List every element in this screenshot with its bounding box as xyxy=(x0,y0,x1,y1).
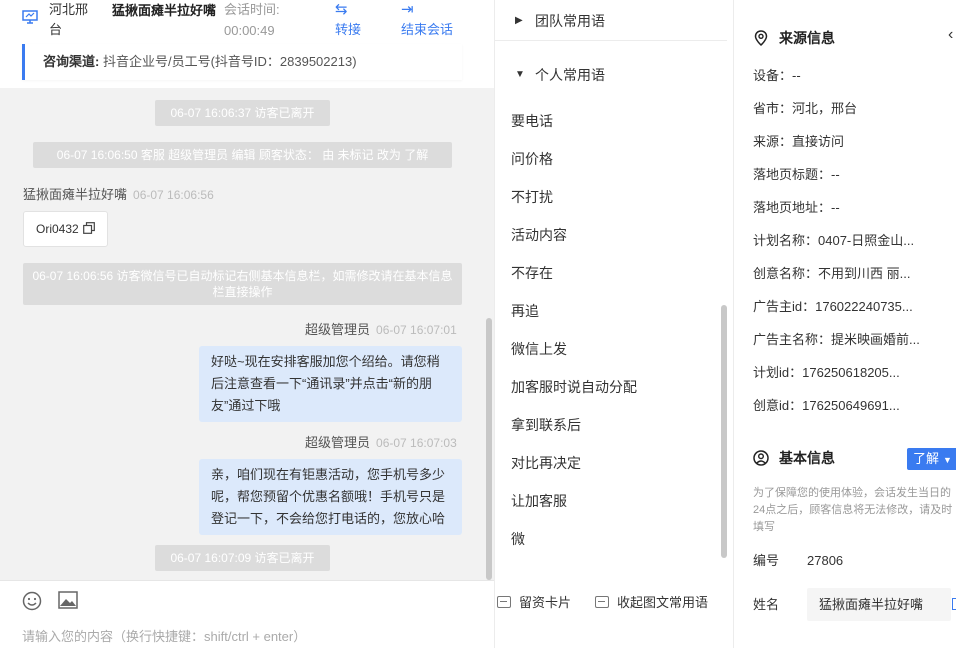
team-phrases-group[interactable]: ▶ 团队常用语 xyxy=(495,1,727,41)
phrase-item[interactable]: 加客服时说自动分配 xyxy=(511,377,637,397)
agent-message-meta: 超级管理员 06-07 16:07:03 xyxy=(305,435,457,451)
phrase-item[interactable]: 活动内容 xyxy=(511,225,567,245)
system-message: 06-07 16:06:50 客服 超级管理员 编辑 顾客状态： 由 未标记 改… xyxy=(33,142,452,168)
info-landing-title: 落地页标题：-- xyxy=(753,167,840,182)
phrase-item[interactable]: 要电话 xyxy=(511,111,553,131)
phrase-item[interactable]: 不存在 xyxy=(511,263,553,283)
phrase-item[interactable]: 拿到联系后 xyxy=(511,415,581,435)
phrases-scrollbar[interactable] xyxy=(721,305,727,558)
team-phrases-label: 团队常用语 xyxy=(535,13,605,29)
system-message: 06-07 16:07:09 访客已离开 xyxy=(155,545,330,571)
info-creative-name: 创意名称：不用到川西 丽... xyxy=(753,266,911,281)
collapse-phrases-button[interactable]: 收起图文常用语 xyxy=(595,593,708,613)
personal-phrases-label: 个人常用语 xyxy=(535,67,605,83)
user-circle-icon xyxy=(753,450,769,466)
edit-notice: 为了保障您的使用体验，会话发生当日的24点之后，顾客信息将无法修改，请及时填写 xyxy=(753,487,953,533)
transfer-icon: ⇆ xyxy=(335,1,348,18)
customer-status-value: 了解 xyxy=(913,451,940,466)
message-text: Ori0432 xyxy=(36,222,79,236)
message-time: 06-07 16:07:03 xyxy=(376,436,457,450)
chat-header: 河北邢台 猛揪面瘫半拉好嘴 会话时间: 00:00:49 ⇆ 转接 ⇥ 结束会话 xyxy=(0,0,494,44)
phrase-item[interactable]: 再追 xyxy=(511,301,539,321)
caret-down-icon: ▼ xyxy=(943,455,952,465)
visitor-info-panel: 来源信息 ‹ 设备：-- 省市：河北，邢台 来源：直接访问 落地页标题：-- 落… xyxy=(735,0,956,648)
monitor-icon xyxy=(22,10,38,24)
visitor-message-bubble[interactable]: Ori0432 xyxy=(23,211,109,247)
info-province: 省市：河北，邢台 xyxy=(753,101,858,116)
system-message: 06-07 16:06:56 访客微信号已自动标记右侧基本信息栏，如需修改请在基… xyxy=(23,263,462,305)
source-info-header: 来源信息 xyxy=(753,28,835,48)
lead-card-button[interactable]: 留资卡片 xyxy=(497,593,571,613)
collapse-phrases-label: 收起图文常用语 xyxy=(617,595,709,610)
visitor-name: 猛揪面瘫半拉好嘴 xyxy=(112,3,217,18)
sender-name: 超级管理员 xyxy=(305,322,371,337)
system-message: 06-07 16:06:37 访客已离开 xyxy=(155,100,330,126)
caret-down-icon: ▼ xyxy=(515,69,525,80)
end-session-button[interactable]: ⇥ 结束会话 xyxy=(401,0,461,40)
personal-phrases-group[interactable]: ▼ 个人常用语 xyxy=(495,55,727,95)
agent-message-bubble[interactable]: 亲，咱们现在有钜惠活动，您手机号多少呢，帮您预留个优惠名额哦！手机号只是登记一下… xyxy=(199,459,462,535)
chat-scrollbar[interactable] xyxy=(486,318,492,580)
agent-message-meta: 超级管理员 06-07 16:07:01 xyxy=(305,322,457,338)
basic-info-title: 基本信息 xyxy=(779,450,835,466)
channel-label: 咨询渠道: xyxy=(43,54,100,69)
chat-panel: 河北邢台 猛揪面瘫半拉好嘴 会话时间: 00:00:49 ⇆ 转接 ⇥ 结束会话… xyxy=(0,0,494,648)
session-time-label: 会话时间: xyxy=(224,2,280,17)
transfer-button[interactable]: ⇆ 转接 xyxy=(335,0,395,40)
info-plan-name: 计划名称：0407-日照金山... xyxy=(753,233,915,248)
info-device: 设备：-- xyxy=(753,68,801,83)
info-plan-id: 计划id：176250618205... xyxy=(753,365,900,380)
visitor-region: 河北邢台 xyxy=(49,2,89,37)
info-creative-id: 创意id：176250649691... xyxy=(753,398,900,413)
chevron-left-icon[interactable]: ‹ xyxy=(948,26,953,44)
sender-name: 猛揪面瘫半拉好嘴 xyxy=(23,187,128,202)
channel-value: 抖音企业号/员工号(抖音号ID：2839502213) xyxy=(102,54,357,69)
image-icon[interactable] xyxy=(58,591,78,609)
message-list[interactable]: 06-07 16:06:37 访客已离开 06-07 16:06:50 客服 超… xyxy=(0,88,494,580)
chat-input-area xyxy=(0,580,494,648)
session-time-value: 00:00:49 xyxy=(224,23,275,38)
basic-info-header: 基本信息 xyxy=(753,448,835,468)
phrase-item[interactable]: 让加客服 xyxy=(511,491,567,511)
customer-status-dropdown[interactable]: 了解 ▼ xyxy=(907,448,956,470)
lead-card-label: 留资卡片 xyxy=(519,595,572,610)
copy-icon[interactable] xyxy=(83,222,95,234)
agent-message-bubble[interactable]: 好哒~现在安排客服加您个绍给。请您稍后注意查看一下“通讯录”并点击“新的朋友”通… xyxy=(199,346,462,422)
phrase-item[interactable]: 微 xyxy=(511,529,525,549)
number-value: 27806 xyxy=(807,553,844,568)
card-icon xyxy=(497,596,511,608)
phrase-item[interactable]: 问价格 xyxy=(511,149,553,169)
source-info-title: 来源信息 xyxy=(779,30,835,46)
end-session-label: 结束会话 xyxy=(401,22,454,37)
phrase-item[interactable]: 对比再决定 xyxy=(511,453,581,473)
sender-name: 超级管理员 xyxy=(305,435,371,450)
consult-channel: 咨询渠道: 抖音企业号/员工号(抖音号ID：2839502213) xyxy=(22,44,462,80)
caret-right-icon: ▶ xyxy=(515,15,523,26)
transfer-label: 转接 xyxy=(335,22,362,37)
name-field[interactable]: 猛揪面瘫半拉好嘴 xyxy=(807,588,951,621)
collapse-icon xyxy=(595,596,609,608)
common-phrases-panel: ▶ 团队常用语 ▼ 个人常用语 要电话 问价格 不打扰 活动内容 不存在 再追 … xyxy=(494,0,734,648)
edit-icon[interactable] xyxy=(952,598,956,610)
message-input[interactable] xyxy=(22,625,482,647)
exit-icon: ⇥ xyxy=(401,1,414,18)
number-label: 编号 xyxy=(753,553,780,568)
message-time: 06-07 16:06:56 xyxy=(133,188,214,202)
visitor-message-meta: 猛揪面瘫半拉好嘴 06-07 16:06:56 xyxy=(23,187,214,203)
name-label: 姓名 xyxy=(753,597,780,612)
phrase-item[interactable]: 微信上发 xyxy=(511,339,567,359)
info-advertiser-name: 广告主名称：提米映画婚前... xyxy=(753,332,920,347)
emoji-icon[interactable] xyxy=(22,591,42,611)
info-advertiser-id: 广告主id：176022240735... xyxy=(753,299,913,314)
location-pin-icon xyxy=(754,30,768,46)
info-source: 来源：直接访问 xyxy=(753,134,845,149)
info-landing-url: 落地页地址：-- xyxy=(753,200,840,215)
message-time: 06-07 16:07:01 xyxy=(376,323,457,337)
phrase-item[interactable]: 不打扰 xyxy=(511,187,553,207)
